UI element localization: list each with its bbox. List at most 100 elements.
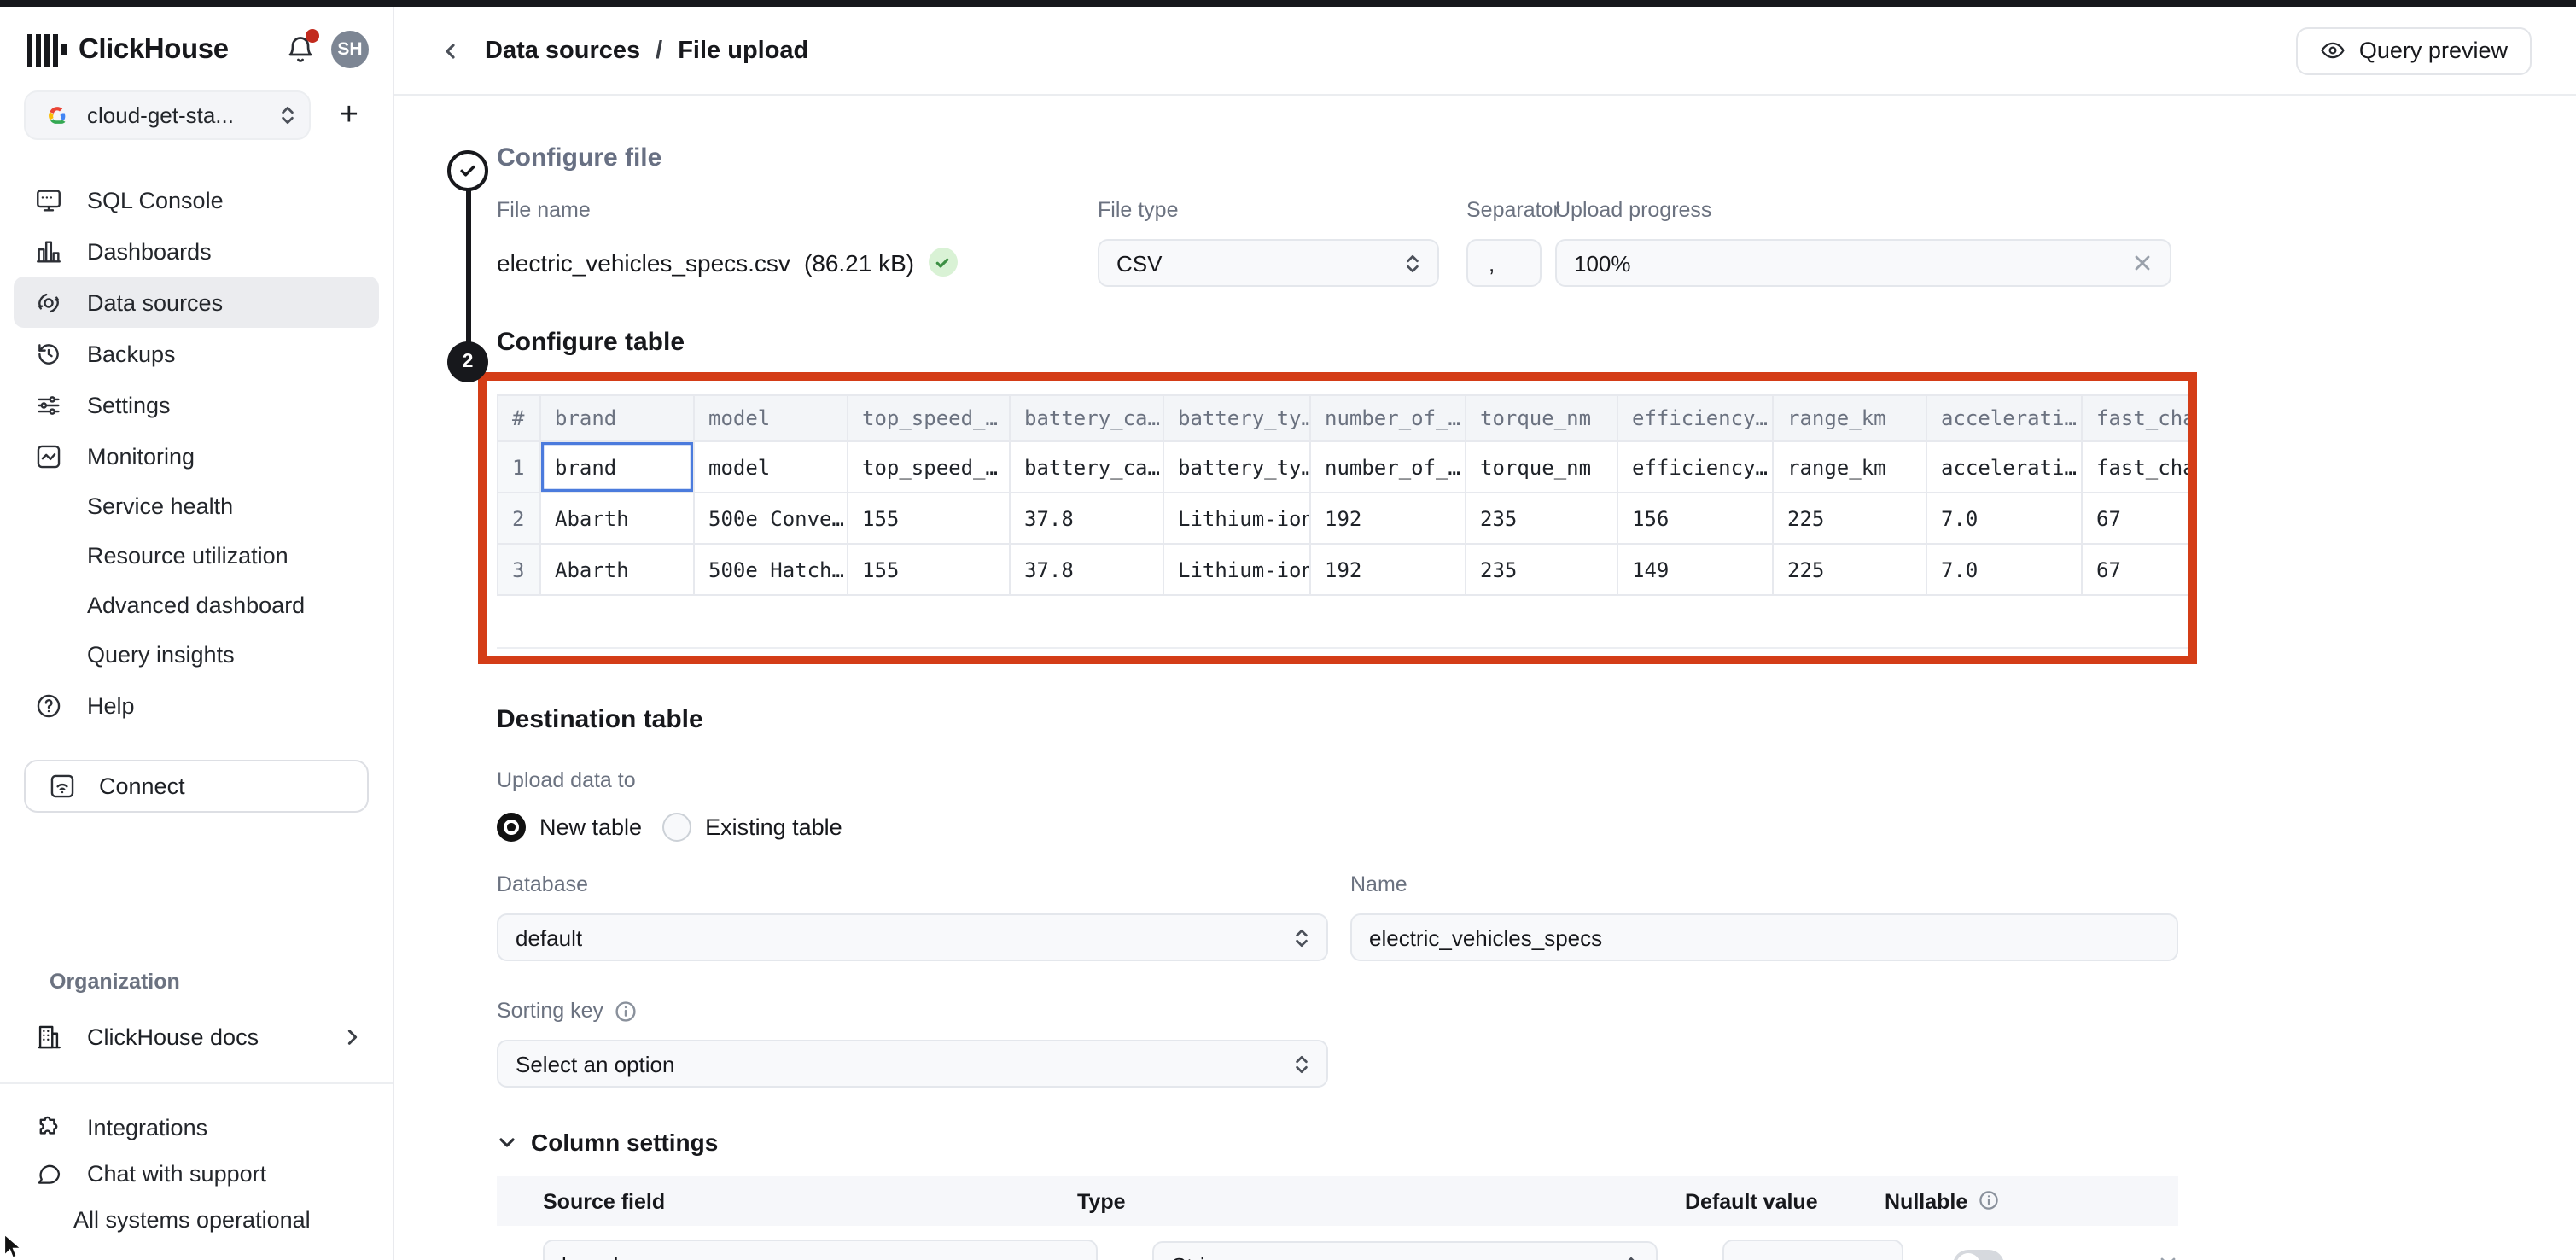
sidebar-item-sql-console[interactable]: SQL Console: [14, 174, 379, 225]
preview-cell[interactable]: 155: [848, 545, 1011, 596]
separator-input[interactable]: ,: [1466, 239, 1542, 287]
preview-column-header[interactable]: top_speed_…: [848, 394, 1011, 442]
preview-cell[interactable]: top_speed_…: [848, 442, 1011, 493]
table-name-input[interactable]: electric_vehicles_specs: [1350, 913, 2178, 961]
preview-cell[interactable]: 37.8: [1011, 493, 1164, 545]
sidebar-item-system-status[interactable]: All systems operational: [0, 1197, 393, 1243]
sidebar-item-monitoring[interactable]: Monitoring: [14, 430, 379, 481]
default-value-input[interactable]: [1722, 1240, 1904, 1260]
preview-cell[interactable]: 7.0: [1927, 493, 2083, 545]
sidebar-item-data-sources[interactable]: Data sources: [14, 277, 379, 328]
preview-cell[interactable]: number_of_…: [1311, 442, 1466, 493]
connect-button[interactable]: Connect: [24, 760, 369, 813]
preview-cell[interactable]: Lithium-ion: [1164, 545, 1311, 596]
preview-table-bottom-border: [497, 647, 2188, 656]
preview-cell[interactable]: 192: [1311, 493, 1466, 545]
preview-cell[interactable]: 500e Hatch…: [695, 545, 848, 596]
add-service-button[interactable]: +: [329, 96, 369, 134]
preview-cell[interactable]: battery_ca…: [1011, 442, 1164, 493]
integrations-label: Integrations: [87, 1115, 207, 1140]
sidebar-item-dashboards[interactable]: Dashboards: [14, 225, 379, 277]
preview-cell[interactable]: torque_nm: [1466, 442, 1618, 493]
preview-cell[interactable]: efficiency…: [1618, 442, 1774, 493]
sidebar-item-advanced-dashboard[interactable]: Advanced dashboard: [14, 580, 379, 630]
preview-cell[interactable]: 37.8: [1011, 545, 1164, 596]
preview-cell[interactable]: 225: [1774, 545, 1927, 596]
upload-progress-input[interactable]: 100%: [1555, 239, 2171, 287]
page-content: 2 Configure file File name electric_vehi…: [394, 96, 2576, 1260]
radio-unselected-icon[interactable]: [662, 813, 691, 842]
sidebar-item-help[interactable]: Help: [14, 680, 379, 731]
sidebar-item-settings[interactable]: Settings: [14, 379, 379, 430]
dashboards-icon: [34, 236, 63, 265]
preview-cell[interactable]: 500e Conve…: [695, 493, 848, 545]
preview-cell[interactable]: 156: [1618, 493, 1774, 545]
remove-column-icon[interactable]: [2158, 1255, 2178, 1260]
preview-column-header[interactable]: fast_cha: [2083, 394, 2197, 442]
clear-upload-icon[interactable]: [2132, 253, 2153, 273]
preview-column-header[interactable]: battery_ty…: [1164, 394, 1311, 442]
preview-cell[interactable]: 235: [1466, 493, 1618, 545]
back-button[interactable]: [435, 35, 466, 66]
file-type-label: File type: [1098, 198, 1439, 222]
preview-cell[interactable]: 67: [2083, 545, 2197, 596]
preview-cell[interactable]: battery_ty…: [1164, 442, 1311, 493]
notifications-bell-icon[interactable]: [285, 34, 316, 65]
preview-column-header[interactable]: number_of_…: [1311, 394, 1466, 442]
sidebar-item-resource-utilization[interactable]: Resource utilization: [14, 531, 379, 580]
sql-console-icon: [34, 185, 63, 214]
preview-column-header[interactable]: range_km: [1774, 394, 1927, 442]
sidebar-item-integrations[interactable]: Integrations: [0, 1105, 393, 1151]
preview-cell[interactable]: accelerati…: [1927, 442, 2083, 493]
avatar[interactable]: SH: [331, 31, 369, 68]
status-label: All systems operational: [73, 1207, 311, 1233]
preview-cell[interactable]: model: [695, 442, 848, 493]
preview-cell[interactable]: fast_cha: [2083, 442, 2197, 493]
query-preview-button[interactable]: Query preview: [2296, 26, 2532, 74]
sidebar-nav: SQL Console Dashboards Data sources Back…: [0, 174, 393, 731]
database-label: Database: [497, 872, 1328, 896]
preview-cell[interactable]: brand: [541, 442, 695, 493]
sidebar-item-service-health[interactable]: Service health: [14, 481, 379, 531]
new-table-option[interactable]: New table: [497, 813, 642, 842]
preview-cell[interactable]: Abarth: [541, 545, 695, 596]
sorting-key-select[interactable]: Select an option: [497, 1040, 1328, 1088]
preview-cell[interactable]: 235: [1466, 545, 1618, 596]
preview-column-header[interactable]: model: [695, 394, 848, 442]
type-select[interactable]: String: [1153, 1241, 1658, 1260]
preview-cell[interactable]: Abarth: [541, 493, 695, 545]
preview-cell[interactable]: 149: [1618, 545, 1774, 596]
preview-cell[interactable]: 155: [848, 493, 1011, 545]
sorting-key-label: Sorting key: [497, 999, 603, 1023]
preview-cell[interactable]: Lithium-ion: [1164, 493, 1311, 545]
source-field-input[interactable]: [543, 1240, 1099, 1260]
table-highlight-frame: #brandmodeltop_speed_…battery_ca…battery…: [478, 372, 2197, 664]
column-settings-toggle[interactable]: Column settings: [497, 1129, 2576, 1156]
radio-selected-icon[interactable]: [497, 813, 526, 842]
preview-cell[interactable]: 67: [2083, 493, 2197, 545]
preview-cell[interactable]: 192: [1311, 545, 1466, 596]
service-selector[interactable]: cloud-get-sta...: [24, 90, 311, 140]
preview-cell[interactable]: 7.0: [1927, 545, 2083, 596]
name-label: Name: [1350, 872, 2178, 896]
preview-column-header[interactable]: efficiency…: [1618, 394, 1774, 442]
sidebar-item-clickhouse-docs[interactable]: ClickHouse docs: [14, 1011, 379, 1062]
sidebar-item-chat-support[interactable]: Chat with support: [0, 1151, 393, 1197]
preview-column-header[interactable]: battery_ca…: [1011, 394, 1164, 442]
preview-column-header[interactable]: torque_nm: [1466, 394, 1618, 442]
preview-cell[interactable]: range_km: [1774, 442, 1927, 493]
preview-row-number: 1: [497, 442, 541, 493]
preview-column-header[interactable]: brand: [541, 394, 695, 442]
sidebar-item-label: SQL Console: [87, 187, 224, 213]
service-name: cloud-get-sta...: [87, 102, 234, 128]
preview-cell[interactable]: 225: [1774, 493, 1927, 545]
sidebar-item-backups[interactable]: Backups: [14, 328, 379, 379]
nullable-toggle[interactable]: [1954, 1250, 2004, 1260]
breadcrumb-data-sources[interactable]: Data sources: [485, 37, 640, 64]
file-type-select[interactable]: CSV: [1098, 239, 1439, 287]
sidebar-item-query-insights[interactable]: Query insights: [14, 630, 379, 680]
database-select[interactable]: default: [497, 913, 1328, 961]
existing-table-option[interactable]: Existing table: [662, 813, 842, 842]
sorting-key-placeholder: Select an option: [516, 1051, 674, 1076]
preview-column-header[interactable]: accelerati…: [1927, 394, 2083, 442]
